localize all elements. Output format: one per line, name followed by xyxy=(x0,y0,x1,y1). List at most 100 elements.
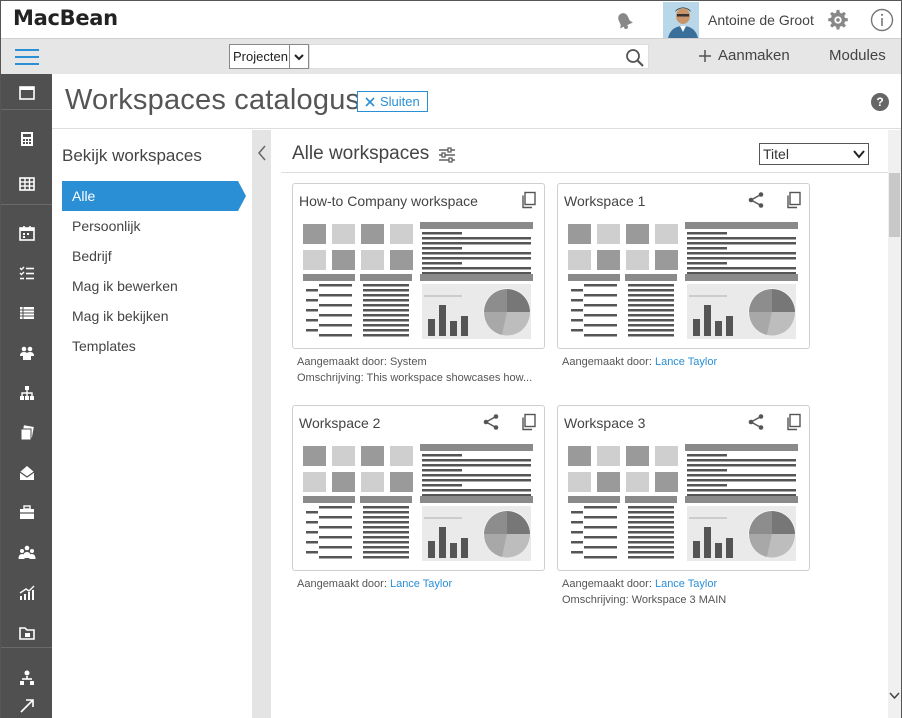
chevron-left-icon xyxy=(258,145,266,161)
search-input[interactable] xyxy=(309,44,649,69)
list-icon xyxy=(19,307,34,319)
top-bar: MacBean Antoine de Groot xyxy=(1,1,901,39)
chevron-down-icon xyxy=(853,150,865,159)
chevron-down-icon[interactable] xyxy=(889,690,900,701)
app-logo[interactable]: MacBean xyxy=(13,6,118,30)
description-value: This workspace showcases how... xyxy=(366,372,533,384)
gear-icon[interactable] xyxy=(827,9,849,31)
search-scope-select[interactable]: Projecten xyxy=(229,44,309,69)
rail-item-checklist[interactable] xyxy=(1,254,52,292)
help-icon[interactable]: ? xyxy=(871,93,889,111)
rail-item-mail[interactable] xyxy=(1,454,52,492)
workspace-card[interactable]: Workspace 3 xyxy=(557,405,810,571)
rail-item-list[interactable] xyxy=(1,294,52,332)
workspace-preview[interactable] xyxy=(302,221,535,341)
close-icon xyxy=(365,96,375,107)
copy-icon[interactable] xyxy=(520,191,538,209)
scrollbar-thumb[interactable] xyxy=(889,173,900,237)
chart-icon xyxy=(19,585,34,600)
user-name[interactable]: Antoine de Groot xyxy=(708,12,814,28)
workspace-card[interactable]: Workspace 1 xyxy=(557,183,810,349)
copy-icon[interactable] xyxy=(520,413,538,431)
rail-item-chart[interactable] xyxy=(1,574,52,612)
created-by-row: Aangemaakt door: Lance Taylor xyxy=(562,576,726,592)
copy-icon[interactable] xyxy=(785,191,803,209)
created-by-label: Aangemaakt door: xyxy=(562,578,652,590)
team-icon xyxy=(19,346,34,360)
created-by-row: Aangemaakt door: Lance Taylor xyxy=(297,576,452,592)
close-button[interactable]: Sluiten xyxy=(357,91,428,112)
share-icon[interactable] xyxy=(482,413,500,431)
rail-item-documents[interactable] xyxy=(1,414,52,452)
collapse-panel-button[interactable] xyxy=(252,130,271,718)
workspace-card[interactable]: How-to Company workspace xyxy=(292,183,545,349)
search-bar: Projecten Aanmaken Modules xyxy=(1,39,901,74)
bell-icon[interactable] xyxy=(613,9,635,31)
rail-item-calendar[interactable] xyxy=(1,214,52,252)
created-by-row: Aangemaakt door: Lance Taylor xyxy=(562,354,717,370)
rail-item-team[interactable] xyxy=(1,334,52,372)
filter-item-persoonlijk[interactable]: Persoonlijk xyxy=(62,211,254,241)
avatar[interactable] xyxy=(663,2,699,38)
workspace-preview-image xyxy=(567,443,800,563)
workspace-card[interactable]: Workspace 2 xyxy=(292,405,545,571)
page-title: Workspaces catalogus xyxy=(65,84,361,116)
created-by-value[interactable]: Lance Taylor xyxy=(655,356,717,368)
copy-icon[interactable] xyxy=(785,413,803,431)
filter-item-mag-ik-bekijken[interactable]: Mag ik bekijken xyxy=(62,301,254,331)
workspace-card-meta: Aangemaakt door: Lance Taylor Omschrijvin… xyxy=(562,576,726,608)
created-by-value[interactable]: Lance Taylor xyxy=(390,578,452,590)
workspace-card-meta: Aangemaakt door: Lance Taylor xyxy=(562,354,717,370)
filter-title: Bekijk workspaces xyxy=(62,146,202,165)
expand-icon xyxy=(19,699,34,713)
filter-panel: Bekijk workspaces Alle Persoonlijk Bedri… xyxy=(52,130,252,718)
share-icon[interactable] xyxy=(747,413,765,431)
workspace-preview[interactable] xyxy=(567,443,800,563)
main-content: Alle workspaces Titel How-to Company wor… xyxy=(271,130,888,718)
workspace-card-meta: Aangemaakt door: System Omschrijving: Thi… xyxy=(297,354,532,386)
filter-settings-icon[interactable] xyxy=(438,146,456,164)
mail-icon xyxy=(19,466,34,480)
workspace-card-title[interactable]: Workspace 1 xyxy=(564,193,645,209)
workspace-card-title[interactable]: Workspace 3 xyxy=(564,415,645,431)
people-icon xyxy=(18,545,35,559)
created-by-label: Aangemaakt door: xyxy=(562,356,652,368)
rail-item-briefcase[interactable] xyxy=(1,494,52,532)
share-icon[interactable] xyxy=(747,191,765,209)
workspace-preview[interactable] xyxy=(567,221,800,341)
rail-divider xyxy=(1,109,52,110)
workspace-card-title[interactable]: Workspace 2 xyxy=(299,415,380,431)
filter-item-alle[interactable]: Alle xyxy=(62,181,246,211)
search-icon[interactable] xyxy=(625,48,645,68)
create-label: Aanmaken xyxy=(718,47,790,64)
created-by-value[interactable]: Lance Taylor xyxy=(655,578,717,590)
calendar-icon xyxy=(18,226,35,241)
workspace-card-title[interactable]: How-to Company workspace xyxy=(299,193,478,209)
filter-item-mag-ik-bewerken[interactable]: Mag ik bewerken xyxy=(62,271,254,301)
modules-button[interactable]: Modules xyxy=(829,47,886,64)
created-by-label: Aangemaakt door: xyxy=(297,578,387,590)
rail-item-grid[interactable] xyxy=(1,165,52,203)
description-row: Omschrijving: Workspace 3 MAIN xyxy=(562,592,726,608)
left-rail xyxy=(1,74,52,718)
workspace-preview[interactable] xyxy=(302,443,535,563)
rail-item-org-chart[interactable] xyxy=(1,374,52,412)
workspace-preview-image xyxy=(302,443,535,563)
rail-item-expand[interactable] xyxy=(1,687,52,718)
sort-value: Titel xyxy=(763,146,789,162)
created-by-label: Aangemaakt door: xyxy=(297,356,387,368)
description-label: Omschrijving: xyxy=(297,372,364,384)
filter-item-templates[interactable]: Templates xyxy=(62,331,254,361)
filter-item-bedrijf[interactable]: Bedrijf xyxy=(62,241,254,271)
hamburger-menu-icon[interactable] xyxy=(1,39,52,74)
rail-item-calculator[interactable] xyxy=(1,120,52,158)
page-header: Workspaces catalogus Sluiten ? xyxy=(52,74,901,129)
scrollbar[interactable] xyxy=(888,130,901,718)
create-button[interactable]: Aanmaken xyxy=(698,47,790,64)
rail-item-people[interactable] xyxy=(1,534,52,572)
rail-item-dashboard[interactable] xyxy=(1,74,52,112)
info-icon[interactable] xyxy=(870,8,894,32)
main-title: Alle workspaces xyxy=(292,143,430,164)
sort-select[interactable]: Titel xyxy=(759,143,869,165)
briefcase-icon xyxy=(19,505,34,519)
